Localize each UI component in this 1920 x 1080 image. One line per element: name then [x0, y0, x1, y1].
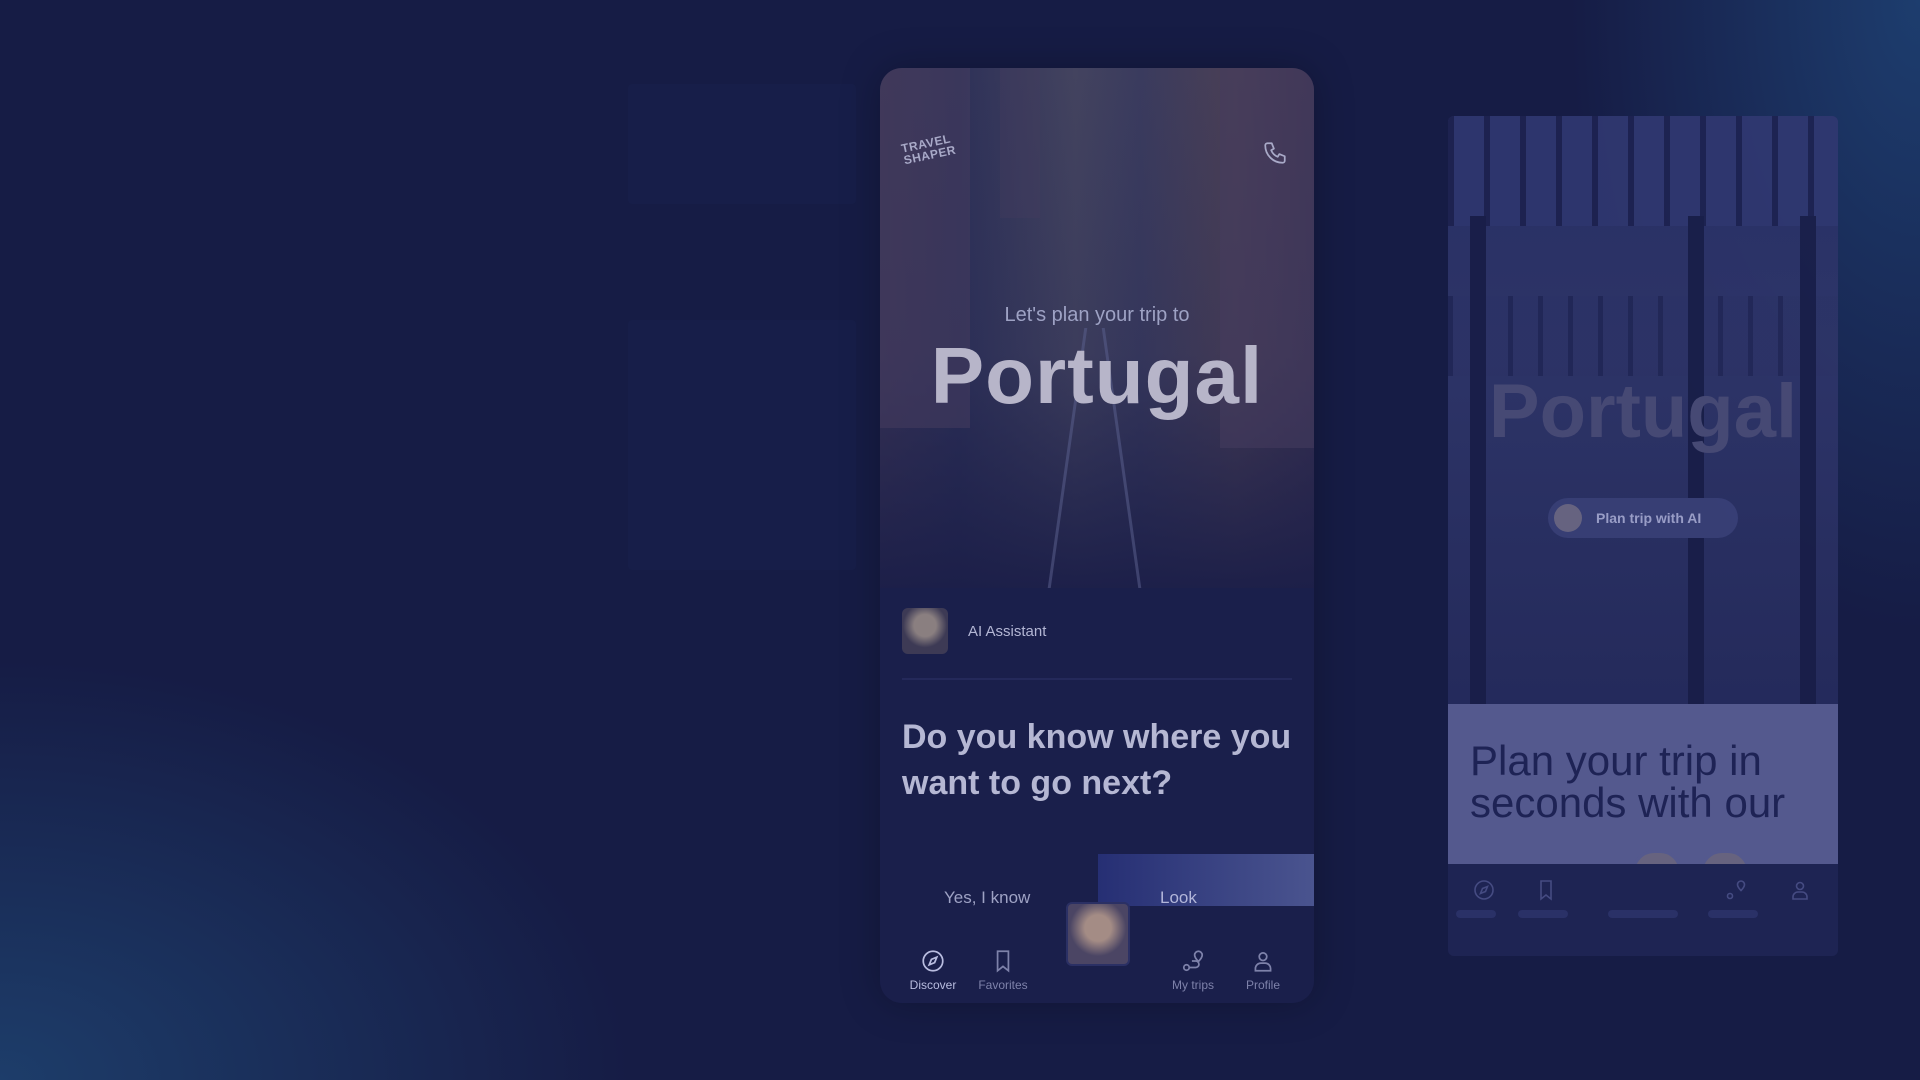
bookmark-icon[interactable]	[1534, 878, 1558, 902]
person-icon[interactable]	[1788, 878, 1812, 902]
bottom-nav: Discover Favorites My trips Profile	[880, 902, 1314, 1003]
bookmark-icon	[996, 950, 1010, 973]
compass-icon[interactable]	[1472, 878, 1496, 902]
nav-label: Favorites	[978, 978, 1028, 992]
destination-title: Portugal	[930, 331, 1264, 420]
plan-trip-ai-label: Plan trip with AI	[1596, 510, 1702, 526]
promo-text: Plan your trip in seconds with our	[1470, 737, 1786, 826]
secondary-promo-card: Plan your trip in seconds with our	[1448, 704, 1838, 900]
nav-label: Discover	[909, 978, 957, 992]
hero-pillar	[1688, 216, 1704, 706]
route-pin-icon	[1182, 950, 1204, 972]
assistant-question: Do you know where you want to go next?	[902, 718, 1292, 802]
secondary-bottom-nav	[1448, 864, 1838, 956]
background-panel	[628, 84, 856, 204]
nav-item-discover[interactable]: Discover	[898, 948, 968, 992]
plan-trip-ai-button[interactable]: Plan trip with AI	[1548, 498, 1738, 538]
main-app-screen: TRAVEL SHAPER Let's plan your trip to Po…	[880, 68, 1314, 1003]
nav-item-my-trips[interactable]: My trips	[1158, 948, 1228, 992]
secondary-destination-title: Portugal	[1488, 369, 1798, 454]
secondary-hero-image: Portugal Plan trip with AI	[1448, 116, 1838, 706]
nav-label: My trips	[1172, 978, 1214, 992]
assistant-header: AI Assistant	[902, 608, 1292, 660]
person-icon	[1254, 952, 1272, 972]
hero-image: TRAVEL SHAPER Let's plan your trip to Po…	[880, 68, 1314, 588]
look-button[interactable]: Look	[1098, 854, 1314, 907]
assistant-name: AI Assistant	[968, 623, 1047, 640]
nav-item-assistant[interactable]	[1066, 902, 1130, 966]
background-panel	[628, 320, 856, 570]
hero-kicker: Let's plan your trip to	[1004, 304, 1190, 326]
hero-windows	[1448, 116, 1838, 226]
nav-label-placeholder	[1608, 910, 1678, 918]
nav-label: Profile	[1245, 978, 1280, 992]
nav-label-placeholder	[1708, 910, 1758, 918]
secondary-app-screen: Portugal Plan trip with AI Plan your tri…	[1448, 116, 1838, 956]
assistant-avatar	[902, 608, 948, 654]
route-pin-icon[interactable]	[1724, 878, 1748, 902]
avatar	[1554, 504, 1582, 532]
nav-label-placeholder	[1518, 910, 1568, 918]
yes-i-know-button[interactable]: Yes, I know	[944, 888, 1030, 908]
nav-label-placeholder	[1456, 910, 1496, 918]
nav-item-favorites[interactable]: Favorites	[968, 948, 1038, 992]
hero-pillar	[1470, 216, 1486, 706]
phone-call-icon[interactable]	[1262, 140, 1288, 166]
look-button-label: Look	[1160, 888, 1197, 907]
nav-item-profile[interactable]: Profile	[1228, 948, 1298, 992]
hero-windows	[1448, 296, 1838, 376]
hero-pillar	[1800, 216, 1816, 706]
compass-icon	[922, 950, 944, 972]
divider	[902, 678, 1292, 680]
hero-building	[1000, 68, 1040, 218]
